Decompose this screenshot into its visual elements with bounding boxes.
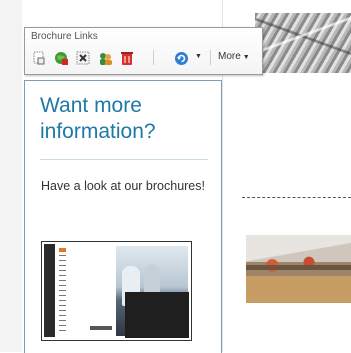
toolbar-title: Brochure Links <box>31 31 98 42</box>
brochure-thumbnail[interactable] <box>41 241 192 341</box>
chevron-down-icon[interactable]: ▼ <box>195 53 202 60</box>
toolbar-separator <box>210 50 211 65</box>
refresh-icon[interactable] <box>173 50 189 66</box>
brochure-text-column <box>59 248 66 334</box>
brochure-links-toolbar: Brochure Links ▼ More ▼ <box>24 27 263 75</box>
unlink-icon[interactable] <box>75 50 91 66</box>
users-icon[interactable] <box>97 50 113 66</box>
toolbar-separator <box>153 50 154 65</box>
info-box: Want more information? Have a look at ou… <box>24 80 222 353</box>
construction-photo <box>255 13 351 73</box>
brochure-dark-block <box>125 292 189 338</box>
info-title: Want more information? <box>40 94 156 143</box>
dashed-divider <box>242 197 351 198</box>
office-photo-detail <box>246 265 351 270</box>
brochure-cover-edge <box>44 244 55 337</box>
page-properties-icon[interactable] <box>31 50 47 66</box>
brochure-accent <box>59 248 66 252</box>
more-label: More <box>218 51 241 62</box>
more-button[interactable]: More ▼ <box>218 51 250 62</box>
info-text: Have a look at our brochures! <box>41 179 205 193</box>
divider <box>40 159 208 160</box>
brochure-logo <box>90 326 112 330</box>
office-photo <box>246 235 351 303</box>
left-margin-strip <box>0 0 22 352</box>
chevron-down-icon: ▼ <box>242 54 250 61</box>
globe-link-icon[interactable] <box>53 50 69 66</box>
delete-icon[interactable] <box>119 50 135 66</box>
